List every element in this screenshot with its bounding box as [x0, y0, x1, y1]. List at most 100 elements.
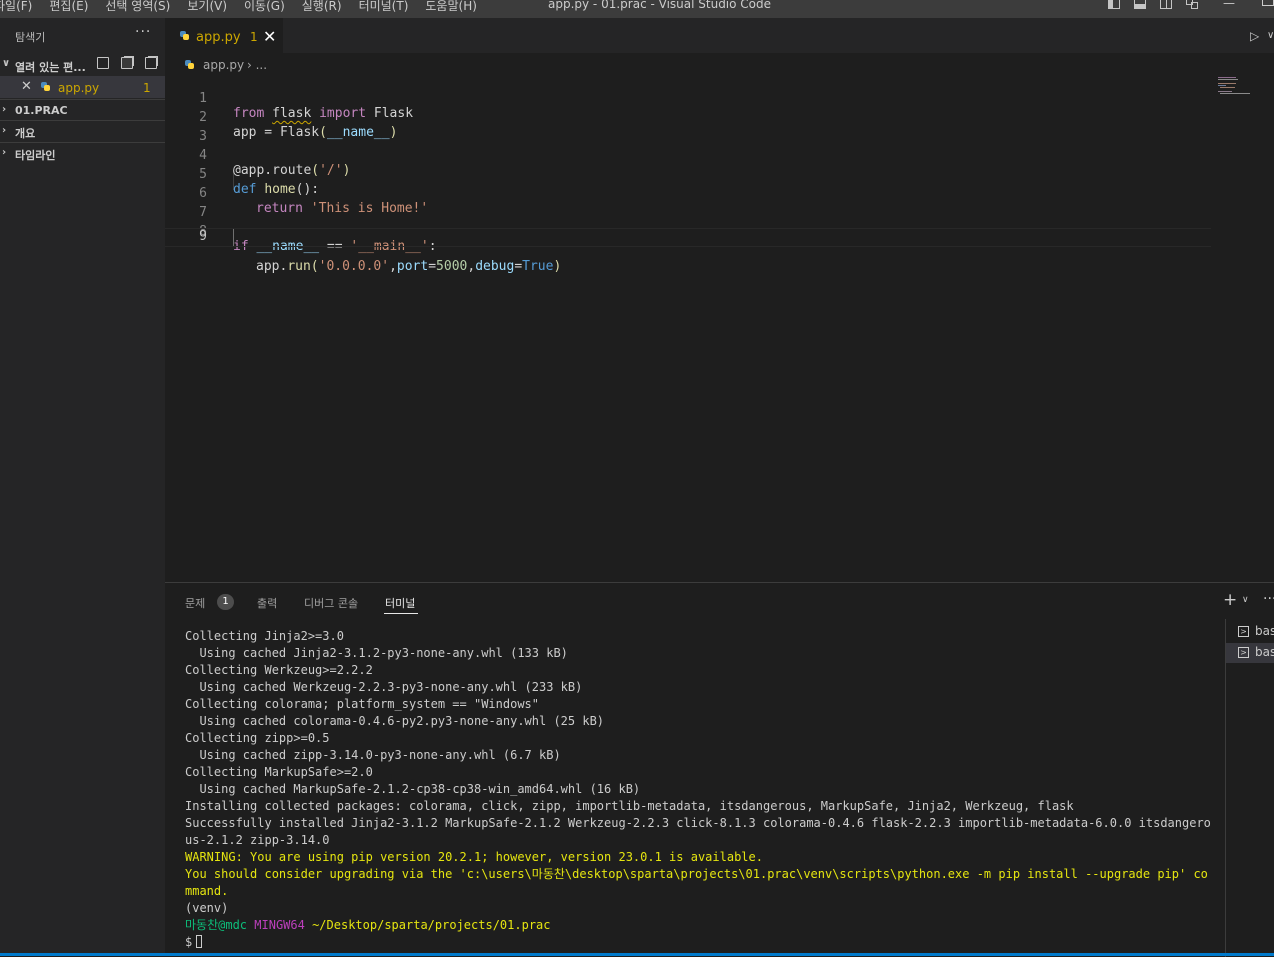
keyword-argument: port	[396, 259, 429, 274]
menu-terminal[interactable]: 터미널(T)	[359, 0, 409, 14]
terminal-line: Using cached colorama-0.4.6-py2.py3-none…	[185, 714, 605, 728]
folder-section-01-prac[interactable]: › 01.PRAC	[0, 99, 165, 122]
function-name: run	[287, 259, 311, 274]
new-terminal-icon[interactable]: +	[1223, 590, 1237, 610]
line-number: 9	[199, 229, 207, 244]
folder-label: 01.PRAC	[15, 104, 68, 117]
paren: (	[310, 259, 319, 274]
string-literal: '0.0.0.0'	[318, 259, 390, 274]
minimap[interactable]	[1218, 76, 1274, 106]
terminal-name: bash	[1255, 624, 1274, 638]
chevron-down-icon[interactable]: ∨	[1242, 595, 1249, 605]
boolean-literal: True	[522, 259, 554, 274]
operator: =	[514, 259, 523, 274]
run-python-file-icon[interactable]: ▷	[1250, 29, 1259, 43]
terminal-icon: >	[1238, 647, 1249, 658]
chevron-down-icon: ∨	[2, 58, 11, 69]
code-line: 6 return 'This is Home!'	[165, 171, 1215, 216]
close-all-editors-icon[interactable]	[145, 57, 157, 69]
panel-tab-bar: 문제 1 출력 디버그 콘솔 터미널 + ∨ ···	[165, 583, 1274, 619]
menu-view[interactable]: 보기(V)	[187, 0, 227, 14]
prompt-shell: MINGW64	[254, 918, 305, 932]
close-icon[interactable]: ✕	[21, 79, 32, 94]
keyword-argument: debug	[475, 259, 515, 274]
python-file-icon	[41, 82, 50, 91]
terminal-name: bash	[1255, 645, 1274, 659]
bottom-panel: 문제 1 출력 디버그 콘솔 터미널 + ∨ ··· Collecting Ji…	[165, 582, 1274, 957]
terminal-list-item-active[interactable]: > bash	[1226, 643, 1274, 663]
menu-edit[interactable]: 편집(E)	[49, 0, 88, 14]
terminal-prompt-line: 마동찬@mdc MINGW64 ~/Desktop/sparta/project…	[185, 917, 1215, 934]
terminal-line-venv: (venv)	[185, 901, 229, 915]
code-line: 5 def home():	[165, 152, 1215, 197]
tab-app-py[interactable]: app.py 1 ✕	[165, 18, 283, 53]
maximize-button[interactable]	[1262, 0, 1274, 6]
explorer-sidebar: 탐색기 ··· ∨ 열려 있는 편... ✕ app.py 1 › 01.PRA…	[0, 18, 165, 956]
tab-output[interactable]: 출력	[257, 595, 277, 611]
new-untitled-file-icon[interactable]	[97, 57, 109, 69]
problems-count-badge: 1	[217, 594, 234, 610]
breadcrumb-symbols[interactable]: › ...	[247, 58, 267, 72]
tab-terminal[interactable]: 터미널	[385, 595, 415, 611]
more-actions-icon[interactable]: ···	[1263, 591, 1274, 607]
chevron-down-icon[interactable]: ∨	[1267, 30, 1274, 41]
open-editors-section[interactable]: ∨ 열려 있는 편...	[0, 54, 165, 76]
terminal-line: Collecting colorama; platform_system == …	[185, 697, 540, 711]
toggle-panel-icon[interactable]	[1134, 0, 1146, 9]
outline-section[interactable]: › 개요	[0, 120, 165, 143]
punctuation: ,	[467, 259, 476, 274]
tab-label: app.py	[196, 30, 241, 45]
open-editor-item-app-py[interactable]: ✕ app.py 1	[0, 76, 165, 98]
more-actions-icon[interactable]: ···	[135, 24, 151, 40]
terminal-line: Collecting Werkzeug>=2.2.2	[185, 663, 373, 677]
chevron-right-icon: ›	[2, 125, 7, 136]
menu-run[interactable]: 실행(R)	[302, 0, 342, 14]
minimize-button[interactable]: —	[1223, 0, 1235, 10]
outline-label: 개요	[15, 127, 36, 140]
toggle-secondary-sidebar-icon[interactable]	[1160, 0, 1172, 9]
code-line: 7	[165, 190, 1215, 220]
terminal-line: Collecting zipp>=0.5	[185, 731, 330, 745]
toggle-primary-sidebar-icon[interactable]	[1108, 0, 1120, 9]
title-bar: 파일(F) 편집(E) 선택 영역(S) 보기(V) 이동(G) 실행(R) 터…	[0, 0, 1274, 18]
menu-help[interactable]: 도움말(H)	[425, 0, 477, 14]
code-editor[interactable]: 1 from flask import Flask 2 app = Flask(…	[165, 76, 1274, 582]
punctuation: ,	[389, 259, 397, 274]
terminal-list-item[interactable]: > bash	[1226, 622, 1274, 642]
terminal-line-success: Successfully installed Jinja2-3.1.2 Mark…	[185, 816, 1211, 847]
close-icon[interactable]: ✕	[263, 27, 276, 46]
tab-problem-badge: 1	[250, 30, 258, 44]
prompt-path: ~/Desktop/sparta/projects/01.prac	[312, 918, 551, 932]
customize-layout-icon[interactable]	[1186, 0, 1198, 9]
open-editor-filename: app.py	[58, 81, 100, 95]
operator: =	[428, 259, 437, 274]
prompt-symbol: $	[185, 935, 193, 949]
tab-debug-console[interactable]: 디버그 콘솔	[304, 595, 358, 611]
menu-go[interactable]: 이동(G)	[244, 0, 285, 14]
paren: )	[553, 259, 562, 274]
code-line: 1 from flask import Flask	[165, 76, 1215, 121]
terminal-line: Installing collected packages: colorama,…	[185, 799, 1074, 813]
python-file-icon	[185, 60, 194, 69]
terminal-list: > bash > bash	[1225, 619, 1274, 957]
terminal-line: Using cached Werkzeug-2.2.3-py3-none-any…	[185, 680, 583, 694]
save-all-icon[interactable]	[121, 57, 133, 69]
identifier: app	[256, 259, 280, 274]
terminal-cursor	[196, 935, 203, 948]
problem-count-badge: 1	[143, 81, 151, 95]
code-line: 2 app = Flask(__name__)	[165, 95, 1215, 140]
timeline-section[interactable]: › 타임라인	[0, 142, 165, 165]
python-file-icon	[180, 31, 189, 40]
active-tab-indicator	[384, 613, 418, 614]
menu-bar: 파일(F) 편집(E) 선택 영역(S) 보기(V) 이동(G) 실행(R) 터…	[0, 0, 494, 14]
window-title: app.py - 01.prac - Visual Studio Code	[548, 0, 772, 11]
tab-problems[interactable]: 문제	[185, 595, 205, 611]
layout-controls	[1108, 0, 1198, 9]
menu-selection[interactable]: 선택 영역(S)	[105, 0, 170, 14]
terminal-line-warning: WARNING: You are using pip version 20.2.…	[185, 850, 763, 864]
terminal-output[interactable]: Collecting Jinja2>=3.0 Using cached Jinj…	[185, 628, 1215, 951]
breadcrumb-file[interactable]: app.py	[203, 58, 244, 72]
terminal-input-line[interactable]: $	[185, 934, 1215, 951]
editor-tab-bar: app.py 1 ✕ ▷ ∨	[165, 18, 1274, 53]
menu-file[interactable]: 파일(F)	[0, 0, 32, 14]
